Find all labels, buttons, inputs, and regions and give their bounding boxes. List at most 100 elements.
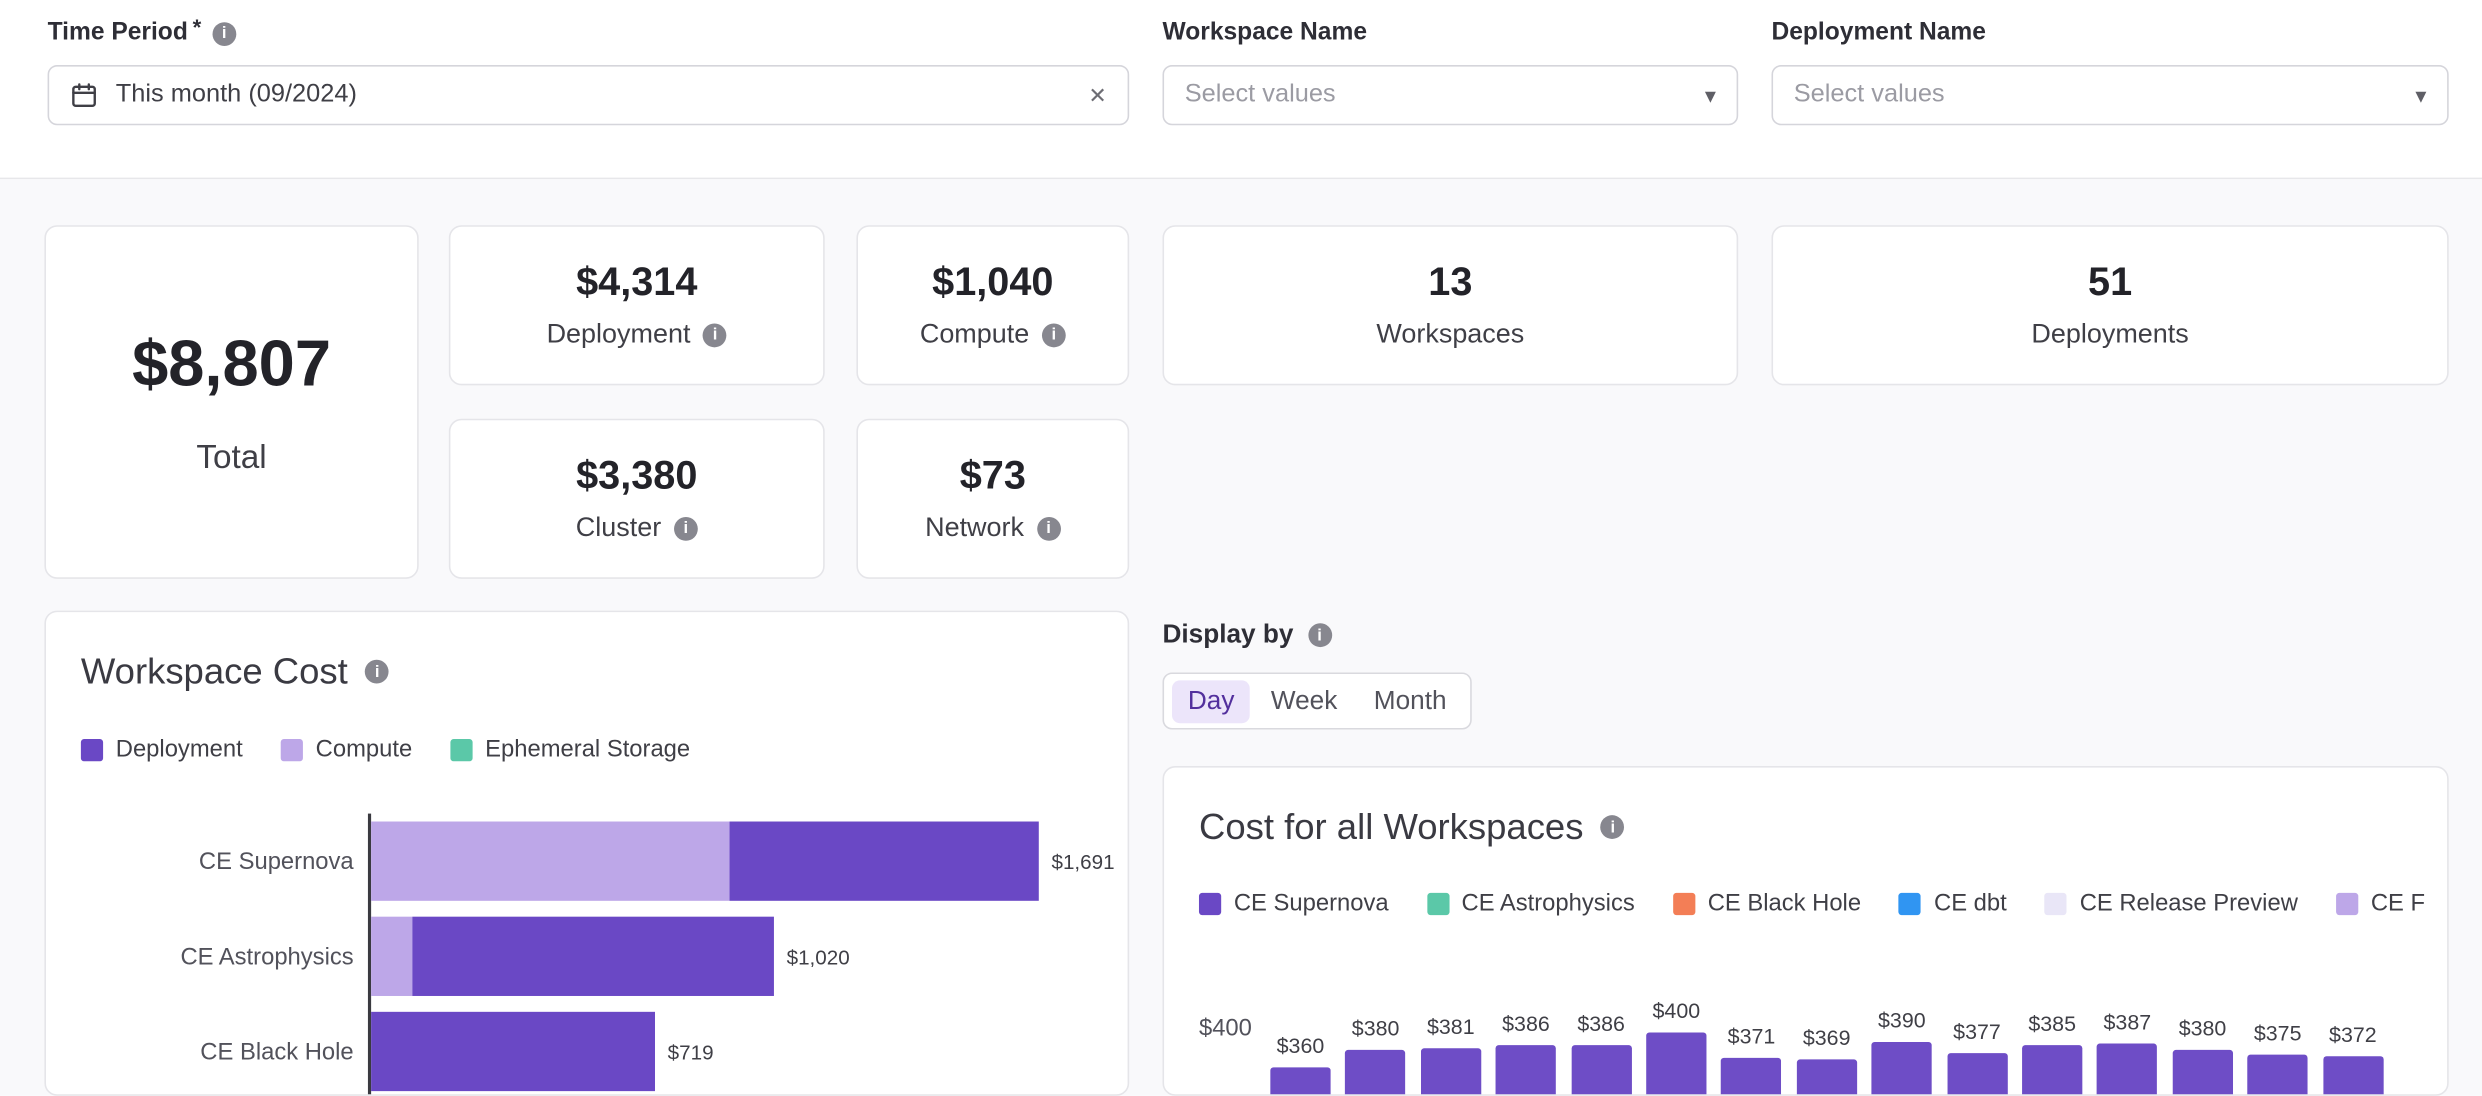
stacked-bar[interactable] — [371, 1011, 655, 1092]
workspace-name-placeholder: Select values — [1184, 80, 1336, 108]
deployments-count-card: 51 Deployments — [1771, 225, 2449, 386]
workspace-name-select[interactable]: Select values ▾ — [1162, 65, 1739, 126]
deployment-name-placeholder: Select values — [1793, 80, 1945, 108]
bar-value-label: $372 — [2329, 1023, 2377, 1048]
workspace-cost-panel: Workspace Cost i Deployment Compute Epheme… — [44, 610, 1130, 1096]
info-icon[interactable]: i — [365, 659, 390, 684]
workspace-cost-title: Workspace Cost i — [46, 612, 1128, 693]
total-cost-label: Total — [196, 439, 267, 476]
cluster-cost-label: Cluster i — [576, 512, 698, 544]
workspace-cost-row: CE Astrophysics $1,020 — [46, 909, 1128, 1004]
display-by-option-day[interactable]: Day — [1172, 679, 1251, 723]
network-cost-label-text: Network — [925, 512, 1024, 543]
bar-segment-deployment — [412, 916, 774, 996]
total-cost-value: $8,807 — [132, 326, 331, 400]
legend-item: Deployment — [80, 735, 243, 763]
legend-label: Ephemeral Storage — [485, 735, 691, 763]
bar[interactable] — [1721, 1057, 1782, 1095]
category-label: CE Black Hole — [200, 1037, 354, 1065]
deployment-cost-card: $4,314 Deployment i — [448, 225, 825, 386]
display-by-label-text: Display by — [1162, 620, 1294, 649]
compute-cost-label-text: Compute — [919, 318, 1030, 349]
legend-swatch — [80, 738, 104, 761]
legend-item: Compute — [280, 735, 413, 763]
category-label: CE Astrophysics — [180, 942, 354, 970]
compute-cost-label: Compute i — [920, 319, 1066, 351]
legend-item: Ephemeral Storage — [450, 736, 690, 763]
bar[interactable] — [2022, 1045, 2083, 1095]
workspace-name-label: Workspace Name — [1162, 19, 1368, 46]
cost-all-workspaces-panel: Cost for all Workspaces i CE Supernova CE… — [1162, 766, 2449, 1096]
bar[interactable] — [2247, 1054, 2308, 1095]
total-cost-card: $8,807 Total — [44, 225, 419, 579]
workspace-cost-row: CE Supernova $1,691 — [46, 814, 1128, 909]
network-cost-value: $73 — [959, 453, 1026, 498]
cluster-cost-card: $3,380 Cluster i — [448, 418, 825, 579]
bar[interactable] — [2097, 1043, 2158, 1095]
bar[interactable] — [1646, 1032, 1707, 1095]
bar[interactable] — [1270, 1067, 1331, 1095]
workspaces-count-card: 13 Workspaces — [1162, 225, 1739, 386]
network-cost-label: Network i — [925, 512, 1061, 544]
deployments-count-value: 51 — [2088, 260, 2133, 305]
bar-segment-deployment — [729, 821, 1039, 901]
display-by-label: Display by i — [1162, 620, 1332, 650]
cost-all-workspaces-chart: $400 $360 $380 $381 $386 $386 $400 $371 $369 $39… — [1164, 768, 2447, 1095]
time-period-label-text: Time Period — [47, 19, 188, 46]
clear-icon[interactable]: ✕ — [1088, 84, 1107, 106]
deployment-name-label: Deployment Name — [1771, 19, 1986, 46]
compute-cost-value: $1,040 — [932, 260, 1054, 305]
network-cost-card: $73 Network i — [856, 418, 1130, 579]
info-icon[interactable]: i — [1041, 322, 1066, 347]
cluster-cost-label-text: Cluster — [575, 512, 662, 543]
workspace-cost-chart: CE Supernova $1,691 CE Astrophysics $1,020 C… — [46, 814, 1128, 1095]
required-asterisk: * — [192, 14, 202, 40]
bar-value-label: $1,020 — [786, 944, 850, 969]
info-icon[interactable]: i — [212, 21, 237, 46]
workspaces-count-label: Workspaces — [1376, 318, 1525, 349]
bar[interactable] — [1420, 1049, 1481, 1095]
bar[interactable] — [2172, 1049, 2233, 1095]
display-by-option-month[interactable]: Month — [1358, 680, 1462, 723]
stacked-bar[interactable] — [371, 916, 774, 996]
info-icon[interactable]: i — [1036, 516, 1061, 541]
bar[interactable] — [2322, 1056, 2384, 1095]
info-icon[interactable]: i — [703, 322, 727, 347]
legend-label: Compute — [315, 735, 413, 763]
info-icon[interactable]: i — [1307, 623, 1332, 648]
deployment-cost-label-text: Deployment — [546, 318, 691, 349]
bar[interactable] — [1571, 1044, 1632, 1095]
legend-swatch — [450, 738, 473, 761]
deployment-name-select[interactable]: Select values ▾ — [1771, 65, 2449, 126]
display-by-control: Day Week Month — [1162, 672, 1472, 730]
bar-value-label: $1,691 — [1051, 849, 1115, 874]
stacked-bar[interactable] — [371, 821, 1039, 901]
bar[interactable] — [1946, 1052, 2008, 1095]
bar[interactable] — [1495, 1044, 1557, 1095]
time-period-filter: Time Period * i This month (09/2024) ✕ — [47, 14, 1130, 126]
legend-swatch — [280, 738, 303, 761]
y-axis-max-label: $400 — [1198, 1015, 1252, 1042]
bar[interactable] — [1871, 1041, 1932, 1095]
chevron-down-icon: ▾ — [1704, 82, 1716, 108]
cluster-cost-value: $3,380 — [576, 453, 698, 498]
deployment-cost-value: $4,314 — [576, 260, 698, 305]
workspace-cost-title-text: Workspace Cost — [80, 650, 348, 692]
bar-value-label: $719 — [667, 1039, 714, 1064]
chevron-down-icon: ▾ — [2415, 82, 2427, 108]
bar-segment-compute — [371, 821, 730, 901]
time-period-label: Time Period * i — [47, 14, 1130, 51]
display-by-option-week[interactable]: Week — [1255, 680, 1353, 723]
workspace-cost-legend: Deployment Compute Ephemeral Storage — [46, 736, 1128, 763]
workspace-cost-row: CE Black Hole $719 — [46, 1004, 1128, 1094]
bar-value-label: $400 — [1652, 999, 1701, 1023]
legend-label: Deployment — [115, 735, 243, 763]
bar-segment-compute — [371, 916, 413, 996]
calendar-icon — [70, 81, 99, 110]
bar[interactable] — [1796, 1059, 1857, 1095]
time-period-input[interactable]: This month (09/2024) ✕ — [47, 65, 1130, 126]
dashboard-page: Time Period * i This month (09/2024) ✕ W… — [0, 0, 2482, 1096]
bar[interactable] — [1345, 1049, 1406, 1095]
info-icon[interactable]: i — [673, 516, 698, 541]
category-label: CE Supernova — [198, 847, 354, 875]
